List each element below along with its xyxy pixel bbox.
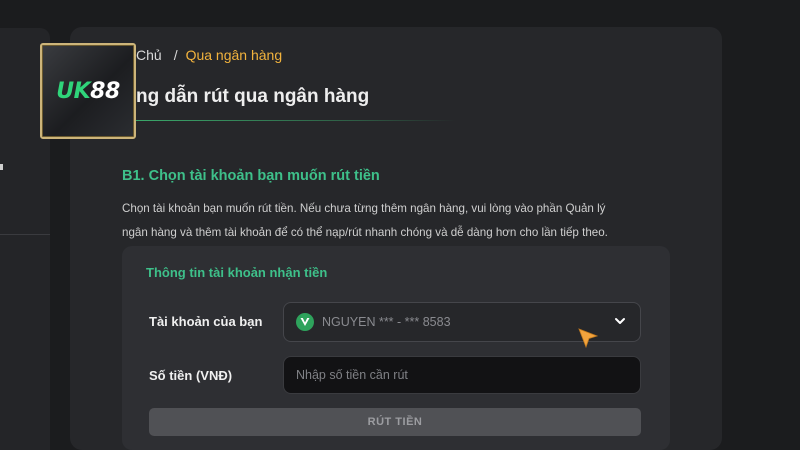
step-description-line: ngân hàng và thêm tài khoản để có thể nạ… (122, 226, 608, 239)
page-title: ng dẫn rút qua ngân hàng (136, 86, 370, 107)
breadcrumb-home[interactable]: Chủ (136, 47, 162, 63)
step-description: Chọn tài khoản bạn muốn rút tiền. Nếu ch… (122, 197, 662, 245)
amount-input[interactable] (283, 356, 641, 394)
withdraw-button[interactable]: RÚT TIỀN (149, 408, 641, 436)
chevron-down-icon[interactable] (612, 313, 628, 329)
account-label: Tài khoản của bạn (149, 314, 263, 329)
bank-shield-icon (296, 313, 314, 331)
sidebar-indicator (0, 164, 3, 170)
step-description-line: Chọn tài khoản bạn muốn rút tiền. Nếu ch… (122, 202, 606, 215)
breadcrumb-current: Qua ngân hàng (185, 47, 283, 63)
title-underline (136, 120, 456, 121)
uk88-logo[interactable]: UK88 (40, 43, 136, 139)
breadcrumb: Chủ / Qua ngân hàng (136, 47, 282, 63)
account-select-value: NGUYEN *** - *** 8583 (322, 315, 451, 329)
logo-text: UK88 (56, 78, 120, 104)
mouse-cursor-icon (576, 326, 600, 350)
form-heading: Thông tin tài khoản nhận tiền (146, 265, 328, 280)
breadcrumb-separator: / (173, 47, 178, 63)
step-title: B1. Chọn tài khoản bạn muốn rút tiền (122, 168, 380, 184)
amount-label: Số tiền (VNĐ) (149, 368, 233, 383)
sidebar-divider (0, 234, 50, 235)
